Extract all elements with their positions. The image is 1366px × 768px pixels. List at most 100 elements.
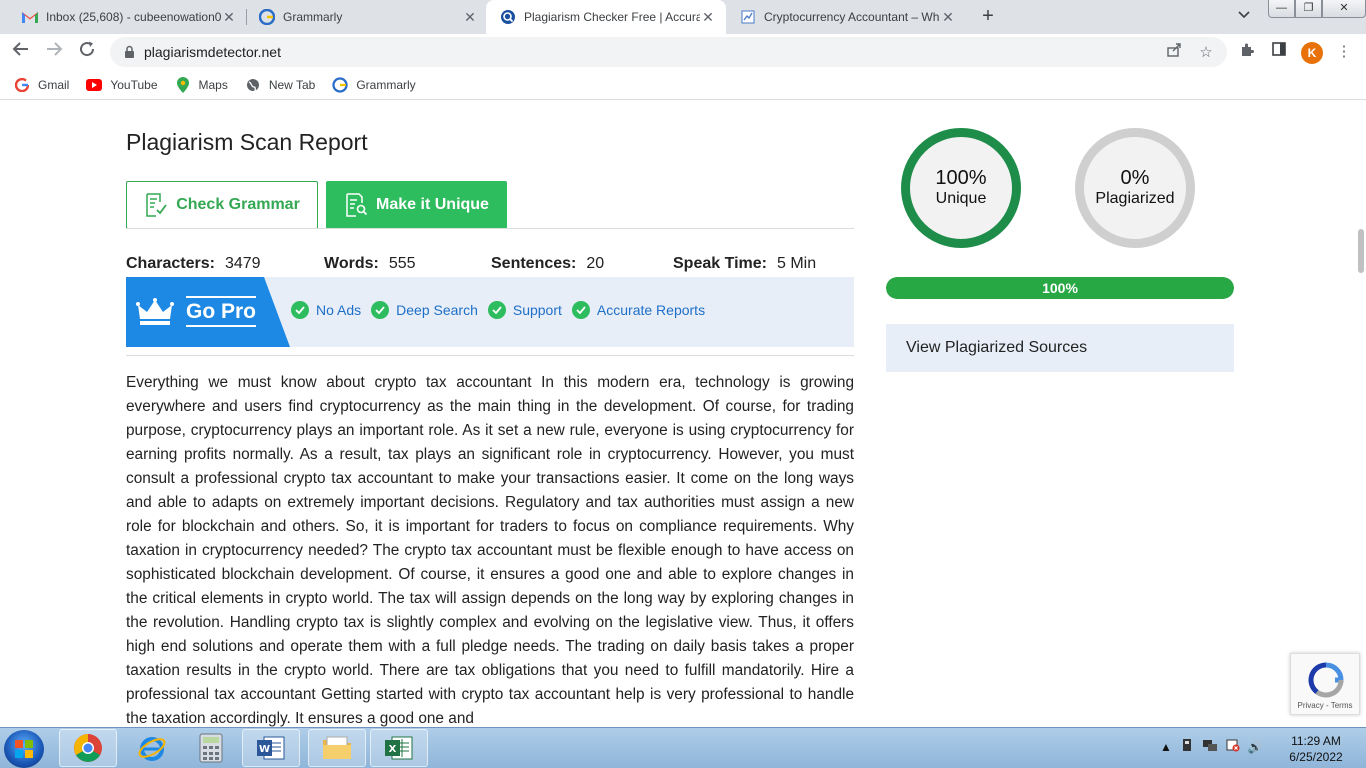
new-tab-button[interactable]: +	[976, 5, 1000, 29]
clock-time: 11:29 AM	[1291, 734, 1341, 748]
check-circle-icon	[291, 301, 309, 319]
windows-logo-icon	[15, 740, 33, 758]
plagiarism-detector-icon	[500, 9, 516, 25]
lock-icon[interactable]	[122, 45, 136, 59]
globe-icon	[245, 77, 261, 93]
check-grammar-button[interactable]: Check Grammar	[126, 181, 318, 229]
view-plagiarized-sources-button[interactable]: View Plagiarized Sources	[886, 324, 1234, 372]
volume-icon[interactable]: 🔊	[1248, 740, 1263, 754]
action-center-warning-icon[interactable]	[1226, 738, 1240, 755]
divider	[126, 228, 854, 229]
bookmark-grammarly[interactable]: Grammarly	[332, 76, 416, 93]
check-circle-icon	[571, 301, 590, 319]
minimize-icon[interactable]: —	[1268, 0, 1295, 18]
unique-label: Unique	[935, 190, 987, 207]
show-hidden-icons-icon[interactable]: ▲	[1160, 740, 1172, 754]
word-icon: W	[257, 736, 285, 760]
address-bar[interactable]: plagiarismdetector.net ☆	[110, 37, 1227, 67]
recaptcha-icon	[1308, 662, 1344, 698]
tab-strip: Inbox (25,608) - cubeenowation0 ✕ Gramma…	[0, 0, 1366, 34]
grammarly-icon	[332, 76, 348, 93]
close-icon[interactable]: ✕	[940, 9, 956, 26]
plagiarized-label: Plagiarized	[1095, 190, 1175, 207]
close-icon[interactable]: ✕	[700, 9, 716, 26]
scrollbar-thumb[interactable]	[1358, 229, 1364, 273]
page-scrollbar[interactable]	[1356, 101, 1366, 727]
share-icon[interactable]	[1163, 42, 1185, 62]
tab-search-icon[interactable]	[1238, 8, 1250, 22]
close-icon[interactable]: ✕	[221, 9, 237, 26]
check-circle-icon	[371, 301, 390, 319]
taskbar-file-explorer[interactable]	[308, 729, 366, 767]
unique-score-ring: 100% Unique	[901, 128, 1021, 248]
taskbar-internet-explorer[interactable]	[123, 729, 181, 767]
gmail-icon	[22, 9, 38, 25]
document-icon	[740, 9, 756, 25]
system-clock[interactable]: 11:29 AM 6/25/2022	[1276, 733, 1356, 765]
menu-icon[interactable]: ⋮	[1333, 42, 1355, 62]
doc-search-icon	[346, 193, 368, 217]
tab-cryptocurrency-accountant[interactable]: Cryptocurrency Accountant – Wh ✕	[726, 0, 966, 34]
grammarly-icon	[259, 9, 275, 25]
tab-title: Inbox (25,608) - cubeenowation0	[46, 10, 221, 24]
bookmark-star-icon[interactable]: ☆	[1195, 43, 1217, 61]
go-pro-badge[interactable]: Go Pro	[126, 277, 290, 347]
plagiarized-percentage: 0%	[1120, 167, 1150, 189]
page-title: Plagiarism Scan Report	[126, 129, 368, 155]
bookmark-new-tab[interactable]: New Tab	[245, 77, 315, 93]
stat-speak-time: Speak Time: 5 Min	[673, 255, 817, 272]
network-icon[interactable]	[1202, 738, 1218, 755]
stat-words: Words: 555	[324, 255, 416, 272]
go-pro-banner[interactable]: Go Pro No Ads Deep Search Support Accura…	[126, 277, 854, 347]
divider	[126, 355, 854, 356]
windows-taskbar: W X ▲ 🔊 11:29 AM 6/25/2022	[0, 727, 1366, 768]
clock-date: 6/25/2022	[1289, 750, 1343, 764]
youtube-icon	[86, 77, 103, 93]
bookmarks-bar: Gmail YouTube Maps New Tab Grammarly	[0, 70, 1366, 100]
bookmark-youtube[interactable]: YouTube	[86, 77, 158, 93]
internet-explorer-icon	[138, 737, 166, 761]
unique-percentage: 100%	[935, 167, 987, 189]
usb-device-icon[interactable]	[1180, 738, 1194, 755]
recaptcha-privacy-terms[interactable]: Privacy - Terms	[1291, 701, 1359, 710]
pro-features: No Ads Deep Search Support Accurate Repo…	[291, 301, 715, 319]
page-content: Plagiarism Scan Report Check Grammar Mak…	[0, 101, 1366, 727]
tab-grammarly[interactable]: Grammarly ✕	[245, 0, 488, 34]
check-circle-icon	[487, 301, 506, 319]
restore-icon[interactable]: ❐	[1295, 0, 1322, 18]
close-icon[interactable]: ✕	[462, 9, 478, 26]
tab-plagiarism-checker[interactable]: Plagiarism Checker Free | Accurat ✕	[486, 0, 726, 34]
crown-icon	[136, 298, 174, 325]
forward-icon[interactable]	[42, 40, 66, 64]
feature-accurate-reports: Accurate Reports	[571, 301, 705, 319]
recaptcha-badge[interactable]: Privacy - Terms	[1290, 653, 1360, 715]
taskbar-word[interactable]: W	[242, 729, 300, 767]
feature-support: Support	[487, 301, 562, 319]
grammar-doc-icon	[146, 193, 167, 217]
make-it-unique-button[interactable]: Make it Unique	[326, 181, 507, 229]
profile-avatar[interactable]: K	[1301, 42, 1323, 64]
plagiarized-score-ring: 0% Plagiarized	[1075, 128, 1195, 248]
chrome-icon	[74, 734, 102, 762]
url-text[interactable]: plagiarismdetector.net	[144, 44, 1163, 60]
start-button[interactable]	[4, 730, 44, 768]
excel-icon: X	[385, 736, 413, 760]
taskbar-excel[interactable]: X	[370, 729, 428, 767]
back-icon[interactable]	[9, 40, 33, 64]
tab-title: Plagiarism Checker Free | Accurat	[524, 10, 700, 24]
close-window-icon[interactable]: ✕	[1322, 0, 1366, 18]
bookmark-maps[interactable]: Maps	[175, 76, 228, 93]
taskbar-chrome[interactable]	[59, 729, 117, 767]
side-panel-icon[interactable]	[1268, 42, 1290, 62]
reload-icon[interactable]	[75, 40, 99, 64]
tab-gmail[interactable]: Inbox (25,608) - cubeenowation0 ✕	[8, 0, 247, 34]
scanned-text: Everything we must know about crypto tax…	[126, 374, 854, 727]
feature-deep-search: Deep Search	[371, 301, 478, 319]
browser-toolbar: plagiarismdetector.net ☆ K ⋮	[0, 34, 1366, 70]
extensions-icon[interactable]	[1236, 42, 1258, 62]
taskbar-calculator[interactable]	[182, 729, 240, 767]
svg-text:X: X	[389, 744, 397, 755]
calculator-icon	[199, 733, 223, 763]
bookmark-gmail[interactable]: Gmail	[14, 77, 69, 93]
tab-title: Grammarly	[283, 10, 343, 24]
